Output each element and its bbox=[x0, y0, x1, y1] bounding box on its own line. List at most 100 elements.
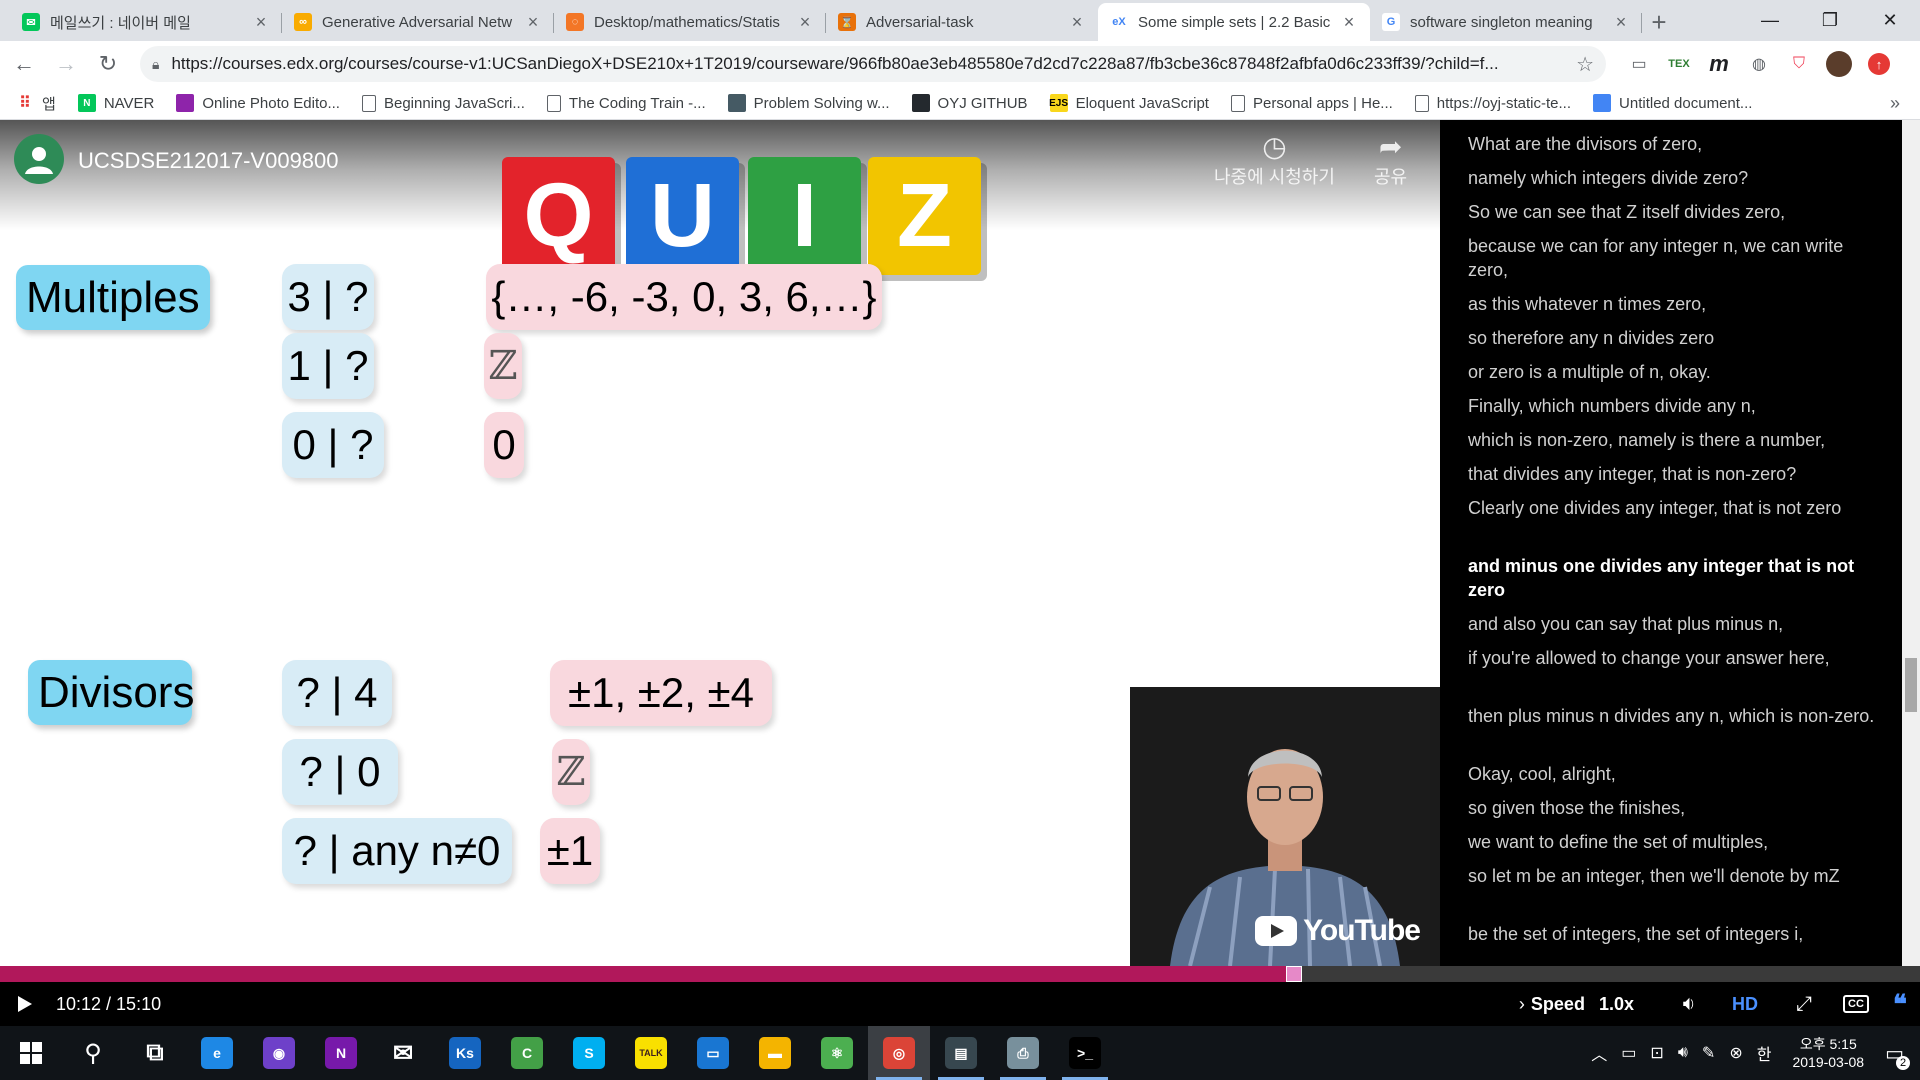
taskbar-app[interactable]: ⚛ bbox=[806, 1026, 868, 1080]
cast-icon[interactable]: ▭ bbox=[1622, 47, 1656, 81]
transcript-line[interactable]: What are the divisors of zero, bbox=[1468, 132, 1878, 156]
taskbar-app[interactable]: ▤ bbox=[930, 1026, 992, 1080]
network-icon[interactable]: ⊡ bbox=[1650, 1043, 1663, 1063]
pocket-icon[interactable]: ⛉ bbox=[1782, 47, 1816, 81]
browser-tab[interactable]: ✉ 메일쓰기 : 네이버 메일 × bbox=[10, 3, 282, 41]
pen-icon[interactable]: ✎ bbox=[1702, 1043, 1715, 1063]
bookmark-item[interactable]: Online Photo Edito... bbox=[176, 94, 340, 112]
transcript-panel[interactable]: What are the divisors of zero, namely whi… bbox=[1440, 120, 1920, 966]
bookmark-item[interactable]: The Coding Train -... bbox=[546, 94, 706, 112]
transcript-scrollbar[interactable] bbox=[1902, 120, 1920, 966]
taskbar-app[interactable]: ⎙ bbox=[992, 1026, 1054, 1080]
taskbar-app[interactable]: ◎ bbox=[868, 1026, 930, 1080]
taskbar-app[interactable]: ▬ bbox=[744, 1026, 806, 1080]
transcript-line[interactable]: be the set of integers, the set of integ… bbox=[1468, 922, 1878, 946]
transcript-line-current[interactable]: and minus one divides any integer that i… bbox=[1468, 554, 1878, 602]
bookmark-item[interactable]: Personal apps | He... bbox=[1230, 94, 1393, 112]
taskbar-app[interactable]: ⧉ bbox=[124, 1026, 186, 1080]
taskbar-app[interactable]: >_ bbox=[1054, 1026, 1116, 1080]
transcript-line[interactable]: or zero is a multiple of n, okay. bbox=[1468, 360, 1878, 384]
notification-center-icon[interactable]: ▭ 2 bbox=[1885, 1041, 1910, 1070]
taskbar-app[interactable]: ▭ bbox=[682, 1026, 744, 1080]
chevron-up-icon[interactable]: ︿ bbox=[1591, 1041, 1607, 1065]
transcript-line[interactable]: that divides any integer, that is non-ze… bbox=[1468, 462, 1878, 486]
browser-tab[interactable]: ∞ Generative Adversarial Netw × bbox=[282, 3, 554, 41]
forward-button[interactable]: → bbox=[48, 46, 84, 82]
transcript-line[interactable]: so therefore any n divides zero bbox=[1468, 326, 1878, 350]
browser-tab[interactable]: eX Some simple sets | 2.2 Basic × bbox=[1098, 3, 1370, 41]
watch-later-button[interactable]: ◷ 나중에 시청하기 bbox=[1214, 130, 1335, 189]
hd-button[interactable]: HD bbox=[1714, 994, 1776, 1015]
transcript-line[interactable]: because we can for any integer n, we can… bbox=[1468, 234, 1878, 282]
video-player[interactable]: UCSDSE212017-V009800 QUIZ ◷ 나중에 시청하기 ➦ 공… bbox=[0, 120, 1440, 966]
close-window-button[interactable]: ✕ bbox=[1860, 0, 1920, 40]
tab-close-icon[interactable]: × bbox=[1612, 12, 1630, 33]
grammar-extension-icon[interactable]: ◍ bbox=[1742, 47, 1776, 81]
transcript-line[interactable]: so let m be an integer, then we'll denot… bbox=[1468, 864, 1878, 888]
reload-button[interactable]: ↻ bbox=[90, 46, 126, 82]
transcript-toggle-button[interactable]: ❝ bbox=[1880, 989, 1920, 1020]
taskbar-app[interactable]: ✉ bbox=[372, 1026, 434, 1080]
minimize-button[interactable]: — bbox=[1740, 0, 1800, 40]
progress-scrubber[interactable] bbox=[1286, 966, 1303, 982]
start-button[interactable] bbox=[0, 1026, 62, 1080]
browser-tab[interactable]: Gsoftware singleton meaning × bbox=[1370, 3, 1642, 41]
taskbar-app[interactable]: ◉ bbox=[248, 1026, 310, 1080]
clock[interactable]: 오후 5:15 2019-03-08 bbox=[1792, 1035, 1864, 1071]
bookmarks-overflow-icon[interactable]: » bbox=[1890, 93, 1900, 114]
bookmark-item[interactable]: OYJ GITHUB bbox=[911, 94, 1028, 112]
bookmark-item[interactable]: N NAVER bbox=[77, 94, 154, 112]
tab-close-icon[interactable]: × bbox=[524, 12, 542, 33]
taskbar-app[interactable]: N bbox=[310, 1026, 372, 1080]
channel-avatar[interactable] bbox=[14, 134, 64, 184]
speaker-icon[interactable]: 🔊︎ bbox=[1678, 1044, 1688, 1062]
transcript-line[interactable]: Clearly one divides any integer, that is… bbox=[1468, 496, 1878, 520]
youtube-logo[interactable]: YouTube bbox=[1255, 914, 1421, 948]
speed-control[interactable]: › Speed 1.0x bbox=[1519, 994, 1634, 1015]
new-tab-button[interactable]: + bbox=[1642, 3, 1676, 41]
play-button[interactable] bbox=[14, 995, 36, 1013]
taskbar-app[interactable]: C bbox=[496, 1026, 558, 1080]
search-button[interactable]: ⚲ bbox=[62, 1026, 124, 1080]
taskbar-app[interactable]: S bbox=[558, 1026, 620, 1080]
fullscreen-button[interactable]: ⤢ bbox=[1776, 993, 1832, 1016]
transcript-line[interactable]: as this whatever n times zero, bbox=[1468, 292, 1878, 316]
battery-icon[interactable]: ▭ bbox=[1621, 1043, 1636, 1063]
bookmark-item[interactable]: Problem Solving w... bbox=[727, 94, 890, 112]
transcript-line[interactable]: then plus minus n divides any n, which i… bbox=[1468, 704, 1878, 728]
back-button[interactable]: ← bbox=[6, 46, 42, 82]
bookmark-item[interactable]: Beginning JavaScri... bbox=[361, 94, 525, 112]
transcript-line[interactable]: Finally, which numbers divide any n, bbox=[1468, 394, 1878, 418]
profile-avatar[interactable] bbox=[1822, 47, 1856, 81]
mendeley-icon[interactable]: m bbox=[1702, 47, 1736, 81]
browser-tab[interactable]: ◌ Desktop/mathematics/Statis × bbox=[554, 3, 826, 41]
taskbar-app[interactable]: TALK bbox=[620, 1026, 682, 1080]
transcript-line[interactable]: Okay, cool, alright, bbox=[1468, 762, 1878, 786]
tab-close-icon[interactable]: × bbox=[796, 12, 814, 33]
maximize-button[interactable]: ❐ bbox=[1800, 0, 1860, 40]
tab-close-icon[interactable]: × bbox=[252, 12, 270, 33]
video-title[interactable]: UCSDSE212017-V009800 bbox=[78, 148, 339, 174]
taskbar-app[interactable]: Ks bbox=[434, 1026, 496, 1080]
taskbar-app[interactable]: e bbox=[186, 1026, 248, 1080]
address-bar[interactable]: 🔒︎ https://courses.edx.org/courses/cours… bbox=[140, 46, 1606, 82]
ime-indicator[interactable]: 한 bbox=[1757, 1041, 1772, 1065]
tab-close-icon[interactable]: × bbox=[1068, 12, 1086, 33]
transcript-line[interactable]: if you're allowed to change your answer … bbox=[1468, 646, 1878, 670]
share-button[interactable]: ➦ 공유 bbox=[1374, 130, 1407, 189]
browser-tab[interactable]: ⌛ Adversarial-task × bbox=[826, 3, 1098, 41]
transcript-line[interactable]: and also you can say that plus minus n, bbox=[1468, 612, 1878, 636]
bookmark-item[interactable]: ⠿ 앱 bbox=[16, 93, 56, 114]
transcript-line[interactable]: so given those the finishes, bbox=[1468, 796, 1878, 820]
transcript-scrollbar-thumb[interactable] bbox=[1905, 658, 1917, 712]
tex-extension-icon[interactable]: TEX bbox=[1662, 47, 1696, 81]
transcript-line[interactable]: we want to define the set of multiples, bbox=[1468, 830, 1878, 854]
transcript-line[interactable]: So we can see that Z itself divides zero… bbox=[1468, 200, 1878, 224]
video-progress-bar[interactable] bbox=[0, 966, 1920, 982]
volume-button[interactable]: 🔉︎ bbox=[1664, 993, 1714, 1016]
update-icon[interactable]: ↑ bbox=[1862, 47, 1896, 81]
bookmark-item[interactable]: EJS Eloquent JavaScript bbox=[1049, 94, 1209, 112]
closed-captions-button[interactable]: CC bbox=[1832, 995, 1880, 1013]
transcript-line[interactable]: namely which integers divide zero? bbox=[1468, 166, 1878, 190]
bookmark-item[interactable]: https://oyj-static-te... bbox=[1414, 94, 1571, 112]
